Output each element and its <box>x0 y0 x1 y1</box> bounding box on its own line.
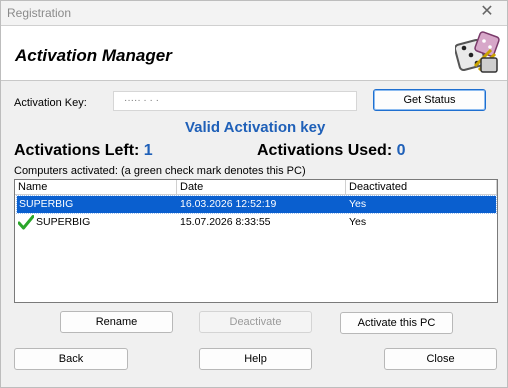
row-deactivated: Yes <box>349 216 367 228</box>
row-date: 16.03.2026 12:52:19 <box>180 198 277 210</box>
window-title: Registration <box>7 6 72 20</box>
close-icon[interactable]: ✕ <box>474 1 500 25</box>
table-row[interactable]: SUPERBIG 15.07.2026 8:33:55 Yes <box>17 214 496 231</box>
column-header-date[interactable]: Date <box>177 180 346 195</box>
activations-used-value: 0 <box>396 142 406 159</box>
activations-used: Activations Used: 0 <box>257 142 406 160</box>
dice-logo-icon <box>455 31 500 73</box>
column-header-deactivated[interactable]: Deactivated <box>346 180 497 195</box>
back-button[interactable]: Back <box>14 348 128 370</box>
help-button[interactable]: Help <box>199 348 312 370</box>
registration-window: Registration ✕ Activation Manager Activa… <box>0 0 508 388</box>
green-check-icon <box>18 215 34 230</box>
activation-key-field[interactable]: ····· · · · <box>113 91 357 111</box>
get-status-button[interactable]: Get Status <box>373 89 486 111</box>
deactivate-button[interactable]: Deactivate <box>199 311 312 333</box>
rename-button[interactable]: Rename <box>60 311 173 333</box>
activations-left: Activations Left: 1 <box>14 142 153 160</box>
computers-list[interactable]: Name Date Deactivated SUPERBIG 16.03.202… <box>14 179 498 303</box>
page-title: Activation Manager <box>15 46 172 65</box>
close-button[interactable]: Close <box>384 348 497 370</box>
row-date: 15.07.2026 8:33:55 <box>180 216 271 228</box>
table-row[interactable]: SUPERBIG 16.03.2026 12:52:19 Yes <box>16 195 497 214</box>
activation-key-label: Activation Key: <box>14 97 87 109</box>
activate-this-pc-button[interactable]: Activate this PC <box>340 312 453 334</box>
title-bar: Registration ✕ <box>1 1 507 25</box>
activations-left-value: 1 <box>143 142 153 159</box>
row-deactivated: Yes <box>349 198 367 210</box>
row-name: SUPERBIG <box>19 198 74 210</box>
column-header-name[interactable]: Name <box>15 180 177 195</box>
status-message: Valid Activation key <box>185 119 326 136</box>
activations-used-label: Activations Used: <box>257 142 393 159</box>
activations-left-label: Activations Left: <box>14 142 140 159</box>
list-caption: Computers activated: (a green check mark… <box>14 165 306 177</box>
header-banner: Activation Manager <box>1 25 507 81</box>
row-name: SUPERBIG <box>36 216 91 228</box>
